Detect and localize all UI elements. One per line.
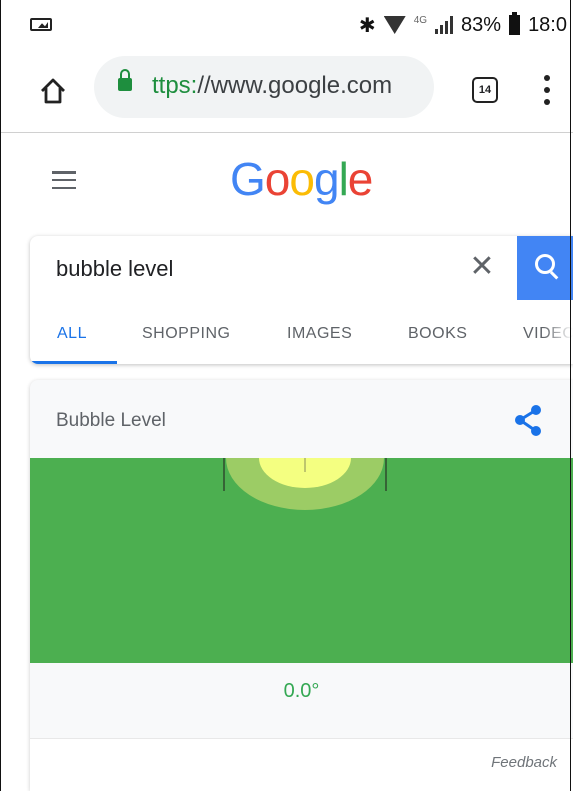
search-tabs: ALL SHOPPING IMAGES BOOKS VIDEC bbox=[30, 300, 573, 364]
wifi-icon bbox=[383, 16, 406, 34]
tab-all[interactable]: ALL bbox=[57, 325, 87, 343]
home-button[interactable] bbox=[30, 68, 76, 114]
lock-icon bbox=[118, 69, 132, 91]
url-scheme: ttps: bbox=[152, 72, 198, 99]
network-type-label: 4G bbox=[413, 14, 428, 26]
url-text[interactable]: ttps://www.google.com bbox=[152, 72, 392, 100]
google-logo[interactable]: Google bbox=[230, 152, 373, 206]
search-icon bbox=[535, 254, 555, 274]
tab-fade bbox=[543, 300, 573, 360]
bubble-level-card: Bubble Level 0.0° Feedback bbox=[30, 380, 573, 791]
battery-icon bbox=[509, 12, 521, 35]
tab-images[interactable]: IMAGES bbox=[287, 325, 352, 343]
bubble-level-display bbox=[30, 458, 573, 663]
menu-dot-icon bbox=[544, 99, 550, 105]
search-box: bubble level ✕ ALL SHOPPING IMAGES BOOKS… bbox=[30, 236, 573, 364]
signal-icon bbox=[435, 16, 454, 34]
address-bar[interactable]: ttps://www.google.com bbox=[94, 56, 434, 118]
hamburger-menu-button[interactable] bbox=[52, 171, 76, 189]
overflow-menu-button[interactable] bbox=[537, 70, 557, 110]
status-bar: ✱ 4G 83% 18:0 bbox=[0, 0, 573, 48]
active-tab-indicator bbox=[30, 361, 117, 364]
feedback-row: Feedback bbox=[30, 738, 573, 791]
clock: 18:0 bbox=[528, 13, 567, 36]
search-input[interactable]: bubble level bbox=[56, 256, 173, 282]
card-title: Bubble Level bbox=[56, 410, 166, 431]
menu-dot-icon bbox=[544, 75, 550, 81]
search-button[interactable] bbox=[517, 236, 573, 300]
bluetooth-icon: ✱ bbox=[358, 14, 376, 37]
tab-books[interactable]: BOOKS bbox=[408, 325, 467, 343]
clear-search-button[interactable]: ✕ bbox=[468, 252, 496, 282]
url-host: //www.google.com bbox=[197, 72, 393, 99]
angle-readout: 0.0° bbox=[283, 680, 320, 702]
tab-shopping[interactable]: SHOPPING bbox=[142, 325, 230, 343]
feedback-link[interactable]: Feedback bbox=[491, 754, 557, 771]
picture-notification-icon bbox=[30, 18, 52, 31]
battery-percent: 83% bbox=[461, 13, 502, 36]
status-icons: ✱ 4G 83% 18:0 bbox=[359, 12, 567, 38]
share-icon[interactable] bbox=[510, 402, 546, 438]
menu-dot-icon bbox=[544, 87, 550, 93]
home-icon bbox=[41, 78, 65, 104]
bubble-level-graphic bbox=[223, 458, 387, 510]
tab-switcher-button[interactable]: 14 bbox=[472, 77, 498, 103]
browser-toolbar: ttps://www.google.com 14 bbox=[0, 48, 573, 133]
